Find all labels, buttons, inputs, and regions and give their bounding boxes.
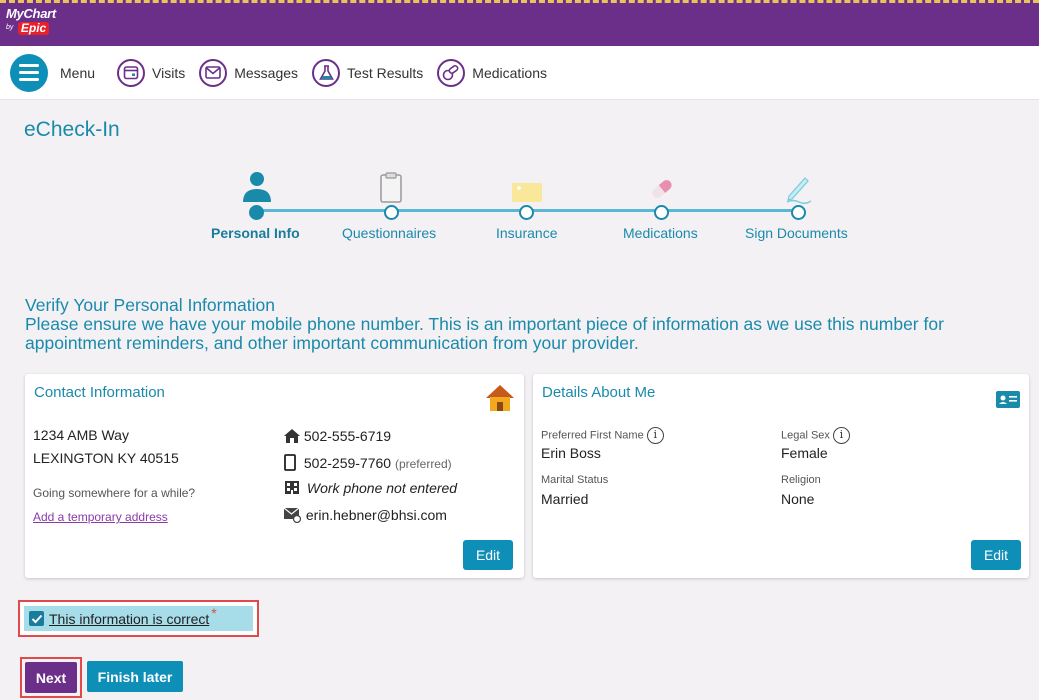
verify-message: Please ensure we have your mobile phone … xyxy=(25,314,944,353)
address-line-1: 1234 AMB Way xyxy=(33,427,129,443)
clipboard-icon xyxy=(371,166,411,204)
details-about-me-card: Details About Me Preferred First Name i E… xyxy=(533,374,1029,578)
preferred-name-label-row: Preferred First Name i xyxy=(541,427,664,444)
menu-button[interactable]: Menu xyxy=(10,53,96,92)
step-label-questionnaires[interactable]: Questionnaires xyxy=(342,225,436,241)
nav-visits[interactable]: Visits xyxy=(117,58,186,87)
contact-edit-button[interactable]: Edit xyxy=(463,540,513,570)
insurance-card-icon xyxy=(507,166,547,204)
legal-sex-value: Female xyxy=(781,445,828,461)
page-title: eCheck-In xyxy=(24,118,120,141)
nav-test-results-label: Test Results xyxy=(347,64,424,81)
contact-information-card: Contact Information 1234 AMB Way LEXINGT… xyxy=(25,374,524,578)
house-icon xyxy=(485,383,515,418)
envelope-icon xyxy=(199,58,228,87)
details-card-title: Details About Me xyxy=(542,384,656,401)
calendar-icon xyxy=(117,58,146,87)
required-mark: * xyxy=(211,604,217,621)
email-icon xyxy=(283,507,302,526)
email-address: erin.hebner@bhsi.com xyxy=(305,507,447,523)
menu-label: Menu xyxy=(60,64,96,81)
nav-visits-label: Visits xyxy=(152,64,186,81)
checkmark-icon xyxy=(31,614,42,623)
religion-label: Religion xyxy=(781,474,821,486)
verify-section-heading: Verify Your Personal Information Please … xyxy=(25,296,1035,353)
confirm-checkbox[interactable] xyxy=(29,611,44,626)
pill-icon xyxy=(642,166,682,204)
next-button-highlight: Next xyxy=(20,657,82,698)
email-row: erin.hebner@bhsi.com xyxy=(283,507,447,526)
confirm-highlight: This information is correct * xyxy=(18,600,259,637)
mobile-phone: 502-259-7760 xyxy=(303,455,392,471)
pen-icon xyxy=(779,166,819,204)
confirm-label: This information is correct xyxy=(49,610,210,627)
home-phone: 502-555-6719 xyxy=(303,428,392,444)
nav-medications-label: Medications xyxy=(472,64,547,81)
step-dot-medications xyxy=(654,205,669,220)
info-icon[interactable]: i xyxy=(832,427,850,444)
id-card-icon xyxy=(996,391,1020,413)
mobile-preferred-tag: (preferred) xyxy=(394,457,452,471)
marital-status-label: Marital Status xyxy=(541,474,609,486)
contact-card-title: Contact Information xyxy=(34,384,165,401)
details-edit-button[interactable]: Edit xyxy=(971,540,1021,570)
building-icon xyxy=(284,480,300,498)
person-icon xyxy=(237,166,277,204)
marital-status-value: Married xyxy=(541,491,589,507)
step-dot-insurance xyxy=(519,205,534,220)
epic-logo: Epic xyxy=(17,22,50,35)
address-line-2: LEXINGTON KY 40515 xyxy=(33,450,179,466)
confirm-checkbox-row[interactable]: This information is correct * xyxy=(24,604,253,631)
hamburger-icon xyxy=(10,53,48,92)
logo-text: MyChart xyxy=(6,6,56,21)
mobile-phone-row: 502-259-7760 (preferred) xyxy=(284,454,452,474)
pills-icon xyxy=(437,58,466,87)
legal-sex-label: Legal Sex xyxy=(781,429,830,442)
work-phone-row: Work phone not entered xyxy=(284,480,457,498)
mychart-logo[interactable]: MyChart by Epic xyxy=(6,7,56,36)
info-icon[interactable]: i xyxy=(646,427,664,444)
step-dot-questionnaires xyxy=(384,205,399,220)
step-label-medications[interactable]: Medications xyxy=(623,225,698,241)
top-brand-bar: MyChart by Epic xyxy=(0,0,1039,46)
step-label-personal-info[interactable]: Personal Info xyxy=(211,225,300,241)
nav-messages-label: Messages xyxy=(234,64,299,81)
step-label-insurance[interactable]: Insurance xyxy=(496,225,557,241)
nav-messages[interactable]: Messages xyxy=(199,58,299,87)
work-phone: Work phone not entered xyxy=(306,480,458,496)
home-phone-row: 502-555-6719 xyxy=(284,428,391,446)
main-nav: Menu Visits Messages Test Results Medica… xyxy=(0,46,1039,100)
verify-title: Verify Your Personal Information xyxy=(25,295,276,315)
legal-sex-label-row: Legal Sex i xyxy=(781,427,850,444)
step-dot-personal-info xyxy=(249,205,264,220)
nav-medications[interactable]: Medications xyxy=(437,58,547,87)
step-dot-sign-documents xyxy=(791,205,806,220)
next-button[interactable]: Next xyxy=(25,662,77,693)
home-phone-icon xyxy=(284,429,300,446)
religion-value: None xyxy=(781,491,815,507)
finish-later-button[interactable]: Finish later xyxy=(87,661,183,692)
add-temporary-address-link[interactable]: Add a temporary address xyxy=(33,510,168,524)
step-label-sign-documents[interactable]: Sign Documents xyxy=(745,225,848,241)
preferred-name-label: Preferred First Name xyxy=(541,429,644,442)
flask-icon xyxy=(312,58,341,87)
mobile-phone-icon xyxy=(284,454,296,474)
nav-test-results[interactable]: Test Results xyxy=(312,58,424,87)
logo-by: by xyxy=(6,24,14,32)
preferred-name-value: Erin Boss xyxy=(541,445,601,461)
going-somewhere-text: Going somewhere for a while? xyxy=(33,486,196,500)
